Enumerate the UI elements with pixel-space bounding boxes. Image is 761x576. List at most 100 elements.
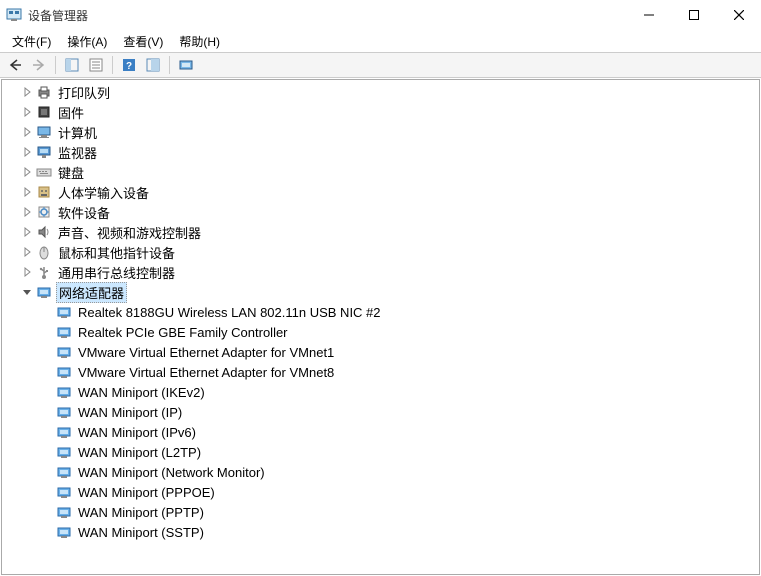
software-icon [36,204,52,220]
menu-view[interactable]: 查看(V) [115,31,171,52]
help-button[interactable]: ? [118,54,140,76]
monitor-icon [36,144,52,160]
device-item[interactable]: Realtek 8188GU Wireless LAN 802.11n USB … [2,302,759,322]
device-label: VMware Virtual Ethernet Adapter for VMne… [76,365,336,380]
toolbar: ? [0,52,761,78]
device-category[interactable]: 监视器 [2,142,759,162]
category-label: 软件设备 [56,203,112,222]
network-icon [56,364,72,380]
device-category[interactable]: 网络适配器 [2,282,759,302]
category-label: 计算机 [56,123,99,142]
device-label: WAN Miniport (IP) [76,405,184,420]
menu-help[interactable]: 帮助(H) [171,31,228,52]
device-label: WAN Miniport (Network Monitor) [76,465,267,480]
back-button[interactable] [4,54,26,76]
device-item[interactable]: WAN Miniport (IKEv2) [2,382,759,402]
network-icon [56,484,72,500]
keyboard-icon [36,164,52,180]
device-label: WAN Miniport (IPv6) [76,425,198,440]
svg-text:?: ? [126,61,132,72]
device-category[interactable]: 软件设备 [2,202,759,222]
device-label: VMware Virtual Ethernet Adapter for VMne… [76,345,336,360]
device-category[interactable]: 鼠标和其他指针设备 [2,242,759,262]
maximize-button[interactable] [671,0,716,30]
window-title: 设备管理器 [28,7,626,24]
menubar: 文件(F) 操作(A) 查看(V) 帮助(H) [0,30,761,52]
category-label: 声音、视频和游戏控制器 [56,223,203,242]
properties-button[interactable] [85,54,107,76]
network-icon [56,384,72,400]
device-tree[interactable]: 打印队列固件计算机监视器键盘人体学输入设备软件设备声音、视频和游戏控制器鼠标和其… [1,79,760,575]
network-icon [56,304,72,320]
expand-icon[interactable] [20,125,34,139]
expand-icon[interactable] [20,265,34,279]
scan-hardware-button[interactable] [175,54,197,76]
device-item[interactable]: WAN Miniport (IP) [2,402,759,422]
network-icon [36,284,52,300]
device-item[interactable]: VMware Virtual Ethernet Adapter for VMne… [2,342,759,362]
network-icon [56,524,72,540]
device-item[interactable]: VMware Virtual Ethernet Adapter for VMne… [2,362,759,382]
expand-icon[interactable] [20,165,34,179]
category-label: 监视器 [56,143,99,162]
device-item[interactable]: WAN Miniport (PPPOE) [2,482,759,502]
device-label: Realtek PCIe GBE Family Controller [76,325,290,340]
expand-icon[interactable] [20,85,34,99]
device-category[interactable]: 打印队列 [2,82,759,102]
category-label: 固件 [56,103,86,122]
minimize-button[interactable] [626,0,671,30]
menu-action[interactable]: 操作(A) [59,31,115,52]
device-item[interactable]: Realtek PCIe GBE Family Controller [2,322,759,342]
network-icon [56,504,72,520]
computer-icon [36,124,52,140]
toolbar-separator [55,56,56,74]
network-icon [56,464,72,480]
category-label: 键盘 [56,163,86,182]
app-icon [6,7,22,23]
forward-button[interactable] [28,54,50,76]
usb-icon [36,264,52,280]
toolbar-separator [169,56,170,74]
device-category[interactable]: 固件 [2,102,759,122]
collapse-icon[interactable] [20,285,34,299]
network-icon [56,324,72,340]
firmware-icon [36,104,52,120]
expand-icon[interactable] [20,245,34,259]
device-item[interactable]: WAN Miniport (IPv6) [2,422,759,442]
category-label: 鼠标和其他指针设备 [56,243,177,262]
network-icon [56,404,72,420]
menu-file[interactable]: 文件(F) [4,31,59,52]
category-label: 人体学输入设备 [56,183,151,202]
show-hide-console-tree-button[interactable] [61,54,83,76]
titlebar: 设备管理器 [0,0,761,30]
device-label: WAN Miniport (SSTP) [76,525,206,540]
window-controls [626,0,761,30]
device-item[interactable]: WAN Miniport (Network Monitor) [2,462,759,482]
hid-icon [36,184,52,200]
printer-icon [36,84,52,100]
sound-icon [36,224,52,240]
expand-icon[interactable] [20,105,34,119]
mouse-icon [36,244,52,260]
network-icon [56,424,72,440]
device-item[interactable]: WAN Miniport (SSTP) [2,522,759,542]
device-category[interactable]: 声音、视频和游戏控制器 [2,222,759,242]
category-label: 通用串行总线控制器 [56,263,177,282]
device-item[interactable]: WAN Miniport (PPTP) [2,502,759,522]
network-icon [56,444,72,460]
device-category[interactable]: 通用串行总线控制器 [2,262,759,282]
device-category[interactable]: 键盘 [2,162,759,182]
expand-icon[interactable] [20,145,34,159]
device-item[interactable]: WAN Miniport (L2TP) [2,442,759,462]
expand-icon[interactable] [20,185,34,199]
device-category[interactable]: 计算机 [2,122,759,142]
expand-icon[interactable] [20,205,34,219]
toolbar-separator [112,56,113,74]
network-icon [56,344,72,360]
action-button[interactable] [142,54,164,76]
expand-icon[interactable] [20,225,34,239]
device-label: WAN Miniport (PPPOE) [76,485,217,500]
device-label: WAN Miniport (IKEv2) [76,385,207,400]
device-category[interactable]: 人体学输入设备 [2,182,759,202]
close-button[interactable] [716,0,761,30]
